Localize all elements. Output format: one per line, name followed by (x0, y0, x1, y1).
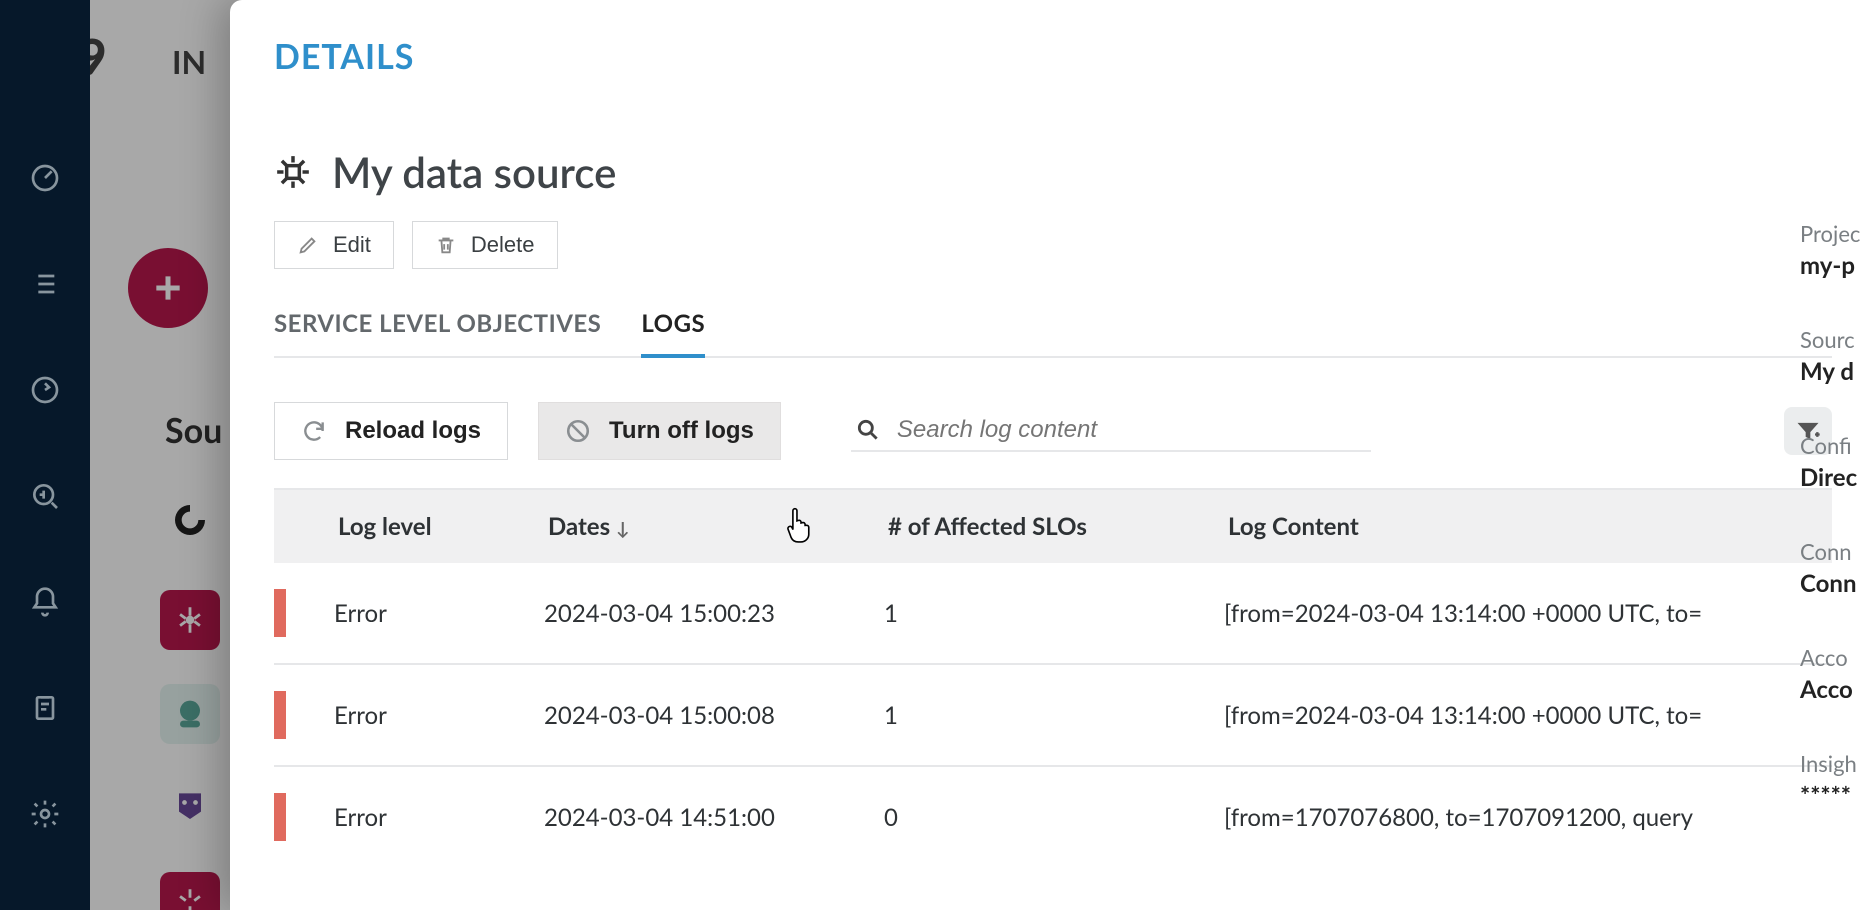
search-icon (855, 417, 881, 443)
tab-slo[interactable]: SERVICE LEVEL OBJECTIVES (274, 309, 601, 356)
meta-project-label: Projec (1800, 220, 1876, 247)
turn-off-logs-button[interactable]: Turn off logs (538, 402, 781, 460)
meta-source-label: Sourc (1800, 326, 1876, 353)
meta-insight-value: ***** (1800, 781, 1876, 810)
table-row[interactable]: Error 2024-03-04 15:00:23 1 [from=2024-0… (274, 563, 1832, 665)
nav-target-icon[interactable] (27, 372, 63, 408)
search-field[interactable] (851, 410, 1371, 452)
page-title: My data source (332, 147, 616, 197)
cell-content: [from=2024-03-04 13:14:00 +0000 UTC, to= (1224, 701, 1832, 730)
cell-level: Error (334, 599, 544, 628)
cell-level: Error (334, 701, 544, 730)
nav-bell-icon[interactable] (27, 584, 63, 620)
tab-logs[interactable]: LOGS (641, 309, 705, 358)
nav-list-icon[interactable] (27, 266, 63, 302)
meta-insight-label: Insigh (1800, 750, 1876, 777)
sources-heading: Sou (165, 410, 222, 451)
table-row[interactable]: Error 2024-03-04 15:00:08 1 [from=2024-0… (274, 665, 1832, 767)
delete-button-label: Delete (471, 232, 535, 258)
nav-clipboard-icon[interactable] (27, 690, 63, 726)
logs-table: Log level Dates↓ # of Affected SLOs Log … (274, 488, 1832, 867)
cell-level: Error (334, 803, 544, 832)
meta-conn-label: Conn (1800, 538, 1876, 565)
nav-settings-icon[interactable] (27, 796, 63, 832)
meta-source-value: My d (1800, 357, 1876, 386)
sort-down-icon: ↓ (616, 517, 630, 539)
source-chip-5[interactable] (160, 872, 220, 910)
disable-icon (565, 418, 591, 444)
reload-icon (301, 418, 327, 444)
source-chip-3[interactable] (160, 684, 220, 744)
meta-account-label: Acco (1800, 644, 1876, 671)
meta-panel: Projec my-p Sourc My d Confi Direc Conn … (1796, 220, 1876, 810)
reload-logs-button[interactable]: Reload logs (274, 402, 508, 460)
meta-conn-value: Conn (1800, 569, 1876, 598)
col-log-level[interactable]: Log level (334, 512, 544, 541)
main-sidebar (0, 0, 90, 910)
col-content[interactable]: Log Content (1224, 512, 1832, 541)
edit-button[interactable]: Edit (274, 221, 394, 269)
cell-affected: 1 (884, 599, 1224, 628)
cell-content: [from=2024-03-04 13:14:00 +0000 UTC, to= (1224, 599, 1832, 628)
edit-button-label: Edit (333, 232, 371, 258)
nav-analyze-icon[interactable] (27, 478, 63, 514)
error-indicator (274, 793, 286, 841)
error-indicator (274, 589, 286, 637)
pencil-icon (297, 234, 319, 256)
meta-account-value: Acco (1800, 675, 1876, 704)
details-panel: DETAILS My data source Edit (230, 0, 1876, 910)
cell-content: [from=1707076800, to=1707091200, query (1224, 803, 1832, 832)
reload-logs-label: Reload logs (345, 417, 481, 445)
table-header: Log level Dates↓ # of Affected SLOs Log … (274, 490, 1832, 563)
col-dates[interactable]: Dates↓ (544, 512, 884, 541)
trash-icon (435, 234, 457, 256)
table-row[interactable]: Error 2024-03-04 14:51:00 0 [from=170707… (274, 767, 1832, 867)
turn-off-logs-label: Turn off logs (609, 417, 754, 445)
meta-config-value: Direc (1800, 463, 1876, 492)
search-input[interactable] (897, 416, 1367, 444)
brand-section: IN (172, 42, 206, 81)
col-affected[interactable]: # of Affected SLOs (884, 512, 1224, 541)
cell-date: 2024-03-04 15:00:23 (544, 599, 884, 628)
cell-affected: 0 (884, 803, 1224, 832)
add-fab-button[interactable] (128, 248, 208, 328)
cell-date: 2024-03-04 15:00:08 (544, 701, 884, 730)
meta-config-label: Confi (1800, 432, 1876, 459)
delete-button[interactable]: Delete (412, 221, 558, 269)
meta-project-value: my-p (1800, 251, 1876, 280)
cell-date: 2024-03-04 14:51:00 (544, 803, 884, 832)
data-source-icon (274, 153, 312, 191)
source-chip-4[interactable] (160, 778, 220, 838)
source-chip-1[interactable] (160, 490, 220, 550)
details-tab-label[interactable]: DETAILS (274, 36, 1832, 77)
error-indicator (274, 691, 286, 739)
source-chip-2[interactable] (160, 590, 220, 650)
nav-dashboard-icon[interactable] (27, 160, 63, 196)
cell-affected: 1 (884, 701, 1224, 730)
